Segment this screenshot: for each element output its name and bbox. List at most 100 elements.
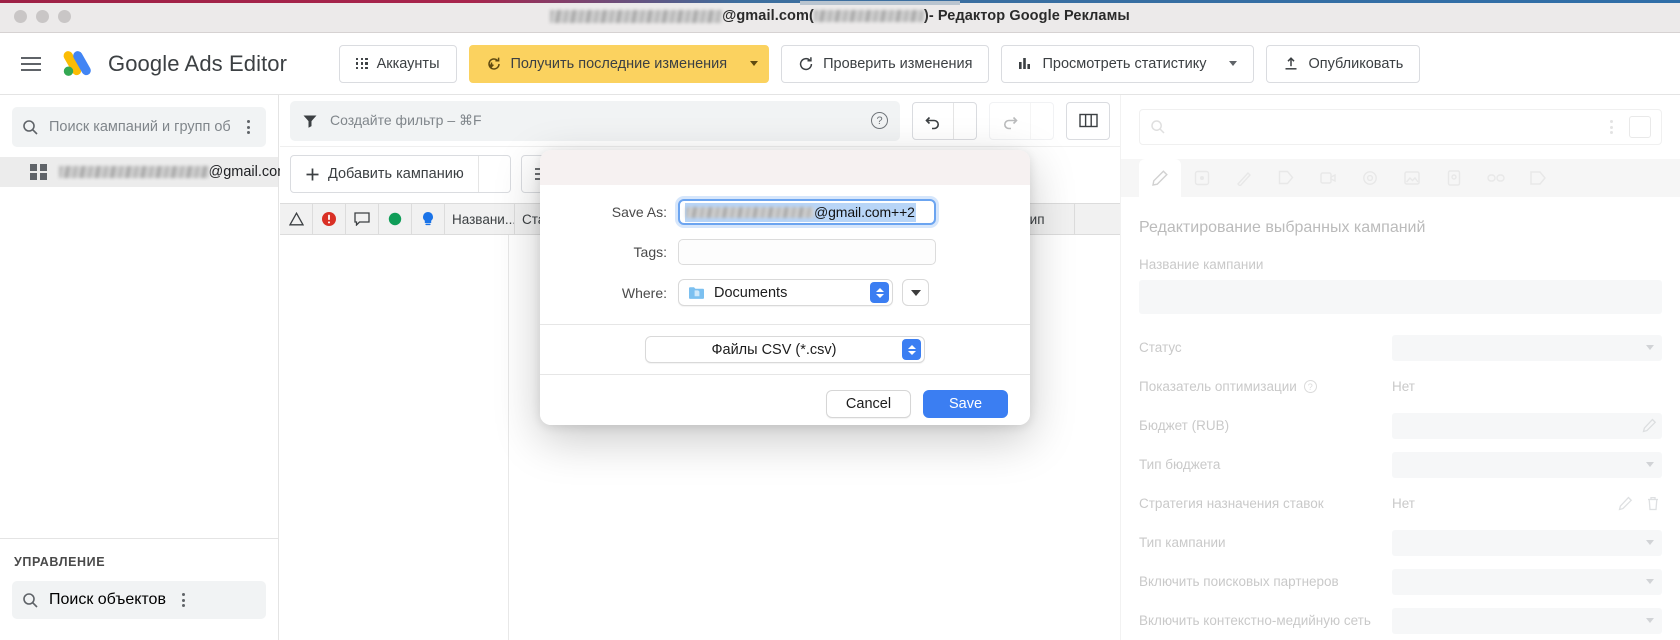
undo-button[interactable] [913,102,954,139]
right-edit-panel: Редактирование выбранных кампаний Назван… [1120,95,1680,640]
field-label: Название кампании [1139,257,1264,272]
tab-keywords[interactable] [1181,159,1223,197]
help-icon[interactable]: ? [871,112,888,129]
warning-triangle-icon[interactable] [280,203,313,235]
campaign-name-input[interactable] [1139,280,1662,314]
tab-edit[interactable] [1139,159,1181,197]
help-icon[interactable]: ? [1303,380,1317,393]
undo-history-dropdown[interactable] [954,103,976,139]
file-format-value: Файлы CSV (*.csv) [711,341,837,358]
objects-search-input[interactable]: Поиск объектов [12,581,266,619]
green-dot-icon[interactable] [379,203,412,235]
add-campaign-button[interactable]: Добавить кампанию [291,156,478,192]
pencil-icon[interactable] [1642,418,1658,434]
tab-links[interactable] [1475,159,1517,197]
google-ads-logo-icon [60,47,94,81]
file-format-row: Файлы CSV (*.csv) [540,325,1030,374]
field-campaign-name: Название кампании [1139,257,1662,314]
sidebar-account-item[interactable]: @gmail.com [0,157,289,187]
field-display-network: Включить контекстно-медийную сеть [1139,601,1662,640]
save-as-value-suffix: @gmail.com++2 [814,204,915,220]
field-label: Включить поисковых партнеров [1139,574,1339,589]
get-latest-changes-label: Получить последние изменения [510,55,728,72]
field-label: Бюджет (RUB) [1139,418,1230,433]
tags-input[interactable] [678,239,936,265]
save-file-dialog: Save As: @gmail.com++2 Tags: Where: Docu… [540,150,1030,425]
error-circle-icon[interactable] [313,203,346,235]
plus-icon [305,167,320,182]
get-latest-changes-button[interactable]: Получить последние изменения [468,44,770,83]
chevron-down-icon [910,289,921,296]
menu-icon[interactable] [14,47,48,81]
budget-type-select[interactable] [1392,451,1662,478]
tab-labels[interactable] [1265,159,1307,197]
panel-search-input[interactable] [1139,109,1662,145]
tab-ads[interactable] [1223,159,1265,197]
status-select[interactable] [1392,334,1662,361]
tab-tags[interactable] [1517,159,1559,197]
folder-icon [688,286,705,300]
open-external-icon[interactable] [1629,116,1651,138]
filter-input[interactable]: Создайте фильтр – ⌘F ? [290,100,900,141]
dialog-titlebar [540,150,1030,185]
save-as-input[interactable]: @gmail.com++2 [678,199,936,225]
where-select[interactable]: Documents [678,279,893,306]
campaign-search-input[interactable]: Поиск кампаний и групп об... [12,107,266,147]
filter-placeholder: Создайте фильтр – ⌘F [330,112,482,128]
redacted-filename-part [686,206,814,218]
app-header: Google Ads Editor Аккаунты Получить посл… [0,33,1680,95]
campaign-search-placeholder: Поиск кампаний и групп об... [49,119,230,135]
download-changes-icon [486,56,502,72]
tab-locations[interactable] [1433,159,1475,197]
brand-google: Google [108,50,180,76]
tab-targeting[interactable] [1349,159,1391,197]
tab-video[interactable] [1307,159,1349,197]
check-changes-button[interactable]: Проверить изменения [781,44,990,83]
expand-browser-button[interactable] [902,279,929,306]
field-status: Статус [1139,328,1662,367]
more-options-icon[interactable] [176,593,192,607]
redo-button[interactable] [990,102,1031,139]
display-network-select[interactable] [1392,607,1662,634]
where-stepper[interactable] [870,282,889,303]
cancel-button[interactable]: Cancel [826,390,911,418]
chevron-down-icon[interactable] [750,61,759,66]
campaign-type-select[interactable] [1392,529,1662,556]
view-statistics-button[interactable]: Просмотреть статистику [1001,44,1255,83]
more-options-icon[interactable] [1603,120,1619,134]
search-icon [22,119,39,136]
add-campaign-button-group: Добавить кампанию [290,155,511,193]
publish-button[interactable]: Опубликовать [1266,44,1421,83]
trash-icon[interactable] [1646,496,1662,512]
columns-button[interactable] [1066,101,1110,140]
pencil-icon[interactable] [1618,496,1634,512]
field-label: Показатель оптимизации ? [1139,379,1317,394]
add-campaign-dropdown[interactable] [477,156,510,192]
optimization-score-value: Нет [1392,379,1415,394]
chevron-down-icon [1646,462,1654,467]
idea-bulb-icon[interactable] [412,203,445,235]
dialog-footer: Cancel Save [540,375,1030,425]
budget-input[interactable] [1392,412,1662,439]
left-sidebar: Поиск кампаний и групп об... @gmail.com … [0,95,289,640]
save-as-row: Save As: @gmail.com++2 [540,199,1030,225]
tab-images[interactable] [1391,159,1433,197]
add-campaign-label: Добавить кампанию [328,166,464,182]
grid-apps-icon [356,57,368,70]
accounts-button-label: Аккаунты [376,55,440,72]
redo-history-dropdown[interactable] [1031,103,1053,139]
header-button-group: Аккаунты Получить последние изменения Пр… [339,44,1421,83]
save-button[interactable]: Save [923,390,1008,418]
file-format-stepper[interactable] [902,339,921,360]
accounts-button[interactable]: Аккаунты [339,44,457,83]
grid-header-name[interactable]: Названи... [445,203,515,235]
tree-item-account-level[interactable]: Уровень аккаунта (455) [0,633,278,640]
comment-icon[interactable] [346,203,379,235]
more-options-icon[interactable] [240,120,256,134]
file-format-select[interactable]: Файлы CSV (*.csv) [645,336,925,363]
bar-chart-icon [1018,56,1033,71]
chevron-down-icon[interactable] [1229,61,1238,66]
chevron-down-icon [1646,618,1654,623]
window-title: @gmail.com ( ) - Редактор Google Рекламы [0,8,1680,24]
search-partners-select[interactable] [1392,568,1662,595]
